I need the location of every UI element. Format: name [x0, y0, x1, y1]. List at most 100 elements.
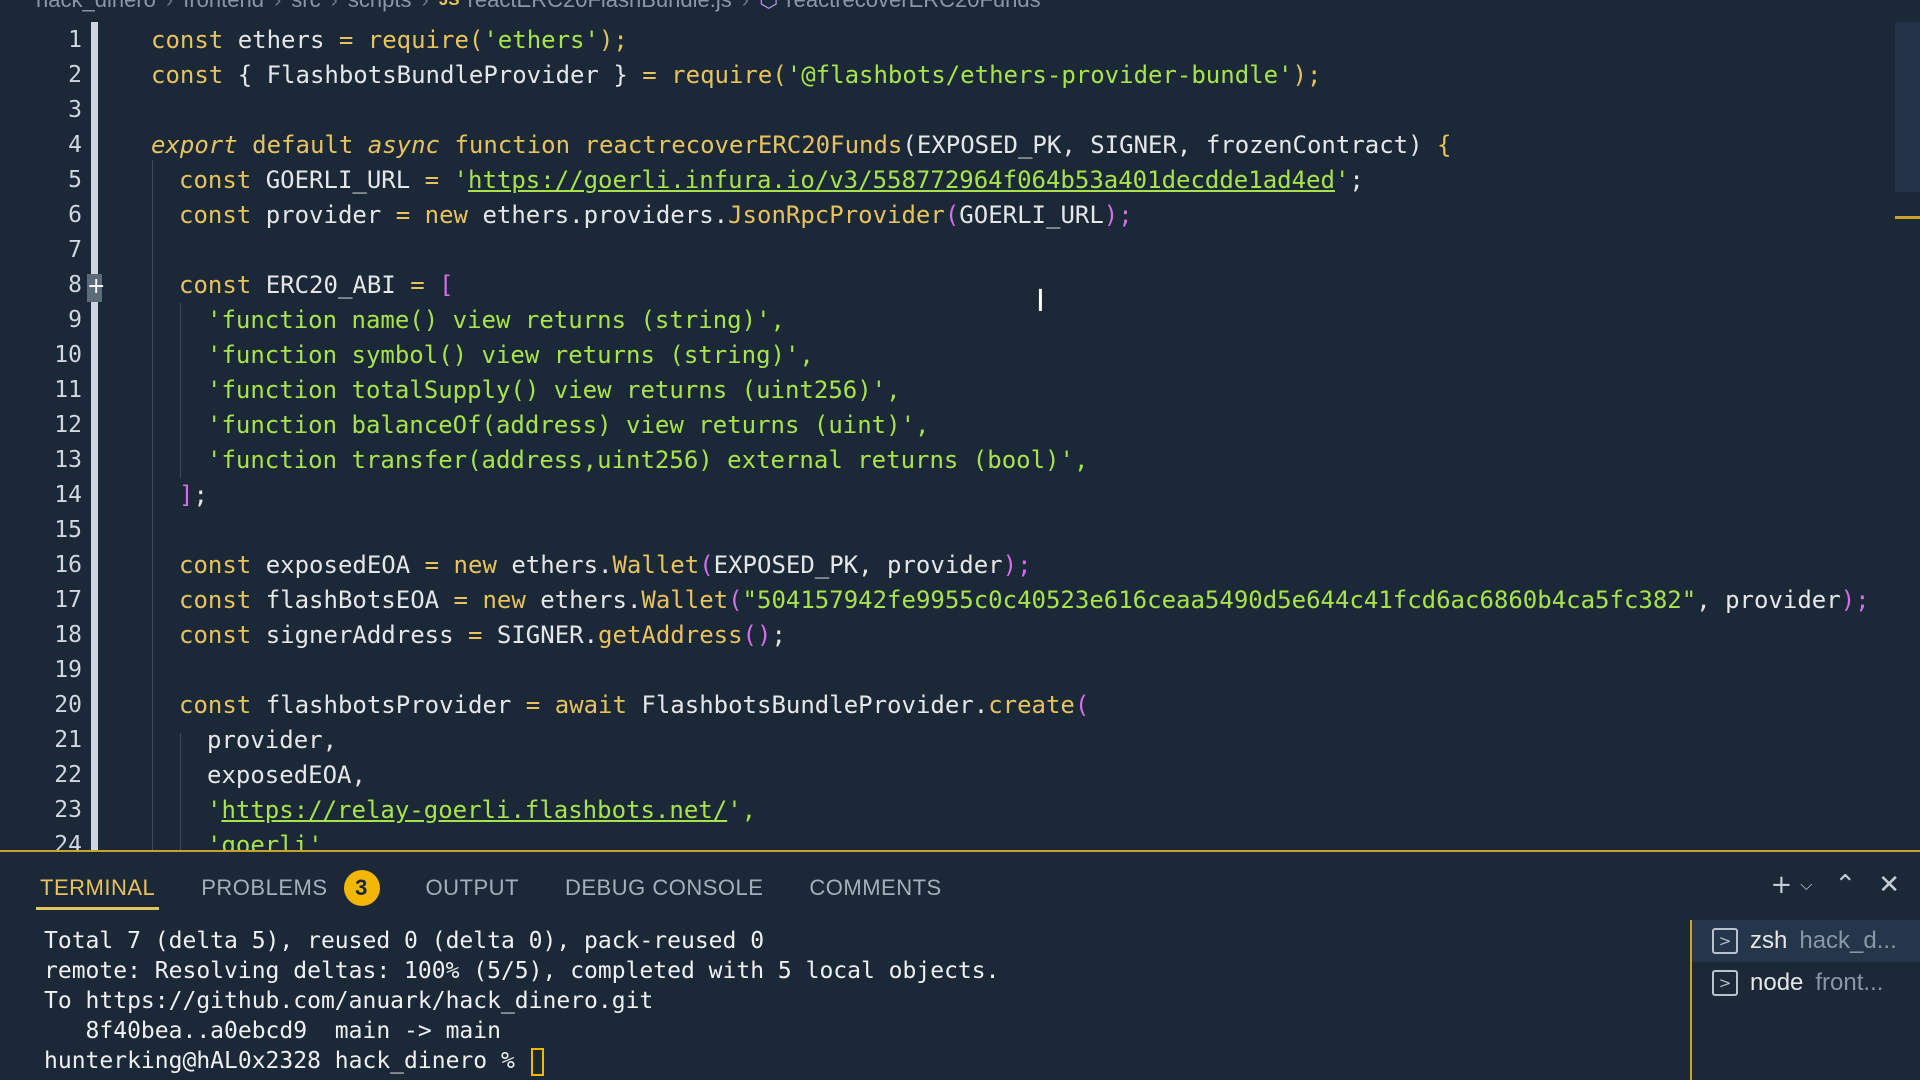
- line-number: 2: [68, 61, 82, 88]
- token: reactrecoverERC20Funds: [570, 130, 903, 159]
- code-line[interactable]: 11 'function totalSupply() view returns …: [0, 372, 1900, 407]
- line-number: 20: [54, 691, 82, 718]
- tab-debug-console[interactable]: DEBUG CONSOLE: [565, 852, 763, 924]
- close-panel-icon[interactable]: ✕: [1878, 870, 1900, 900]
- line-code: const ethers = require('ethers');: [151, 26, 628, 54]
- token: const: [179, 620, 252, 649]
- code-line[interactable]: 9 'function name() view returns (string)…: [0, 302, 1900, 337]
- url-link[interactable]: https://relay-goerli.flashbots.net/: [221, 796, 727, 824]
- token: =: [525, 690, 541, 719]
- code-line[interactable]: 10 'function symbol() view returns (stri…: [0, 337, 1900, 372]
- token: =: [642, 60, 657, 89]
- terminal-description: front...: [1815, 969, 1884, 996]
- line-code: ];: [179, 481, 208, 509]
- token: {: [1422, 130, 1452, 159]
- code-line[interactable]: 1 const ethers = require('ethers');: [0, 22, 1900, 57]
- terminal-output[interactable]: Total 7 (delta 5), reused 0 (delta 0), p…: [44, 926, 999, 1076]
- line-code: 'function balanceOf(address) view return…: [207, 410, 930, 439]
- token: signerAddress: [251, 620, 468, 649]
- terminal-line: Total 7 (delta 5), reused 0 (delta 0), p…: [44, 928, 765, 954]
- breadcrumb-item[interactable]: scripts: [348, 0, 412, 13]
- maximize-panel-icon[interactable]: ⌃: [1834, 870, 1856, 900]
- code-line[interactable]: 6 const provider = new ethers.providers.…: [0, 197, 1900, 232]
- line-code: provider,: [207, 725, 338, 754]
- terminal-cursor: [530, 1047, 544, 1076]
- tab-problems[interactable]: PROBLEMS 3: [201, 852, 380, 924]
- code-line[interactable]: 4 export default async function reactrec…: [0, 127, 1900, 162]
- terminal-list-item[interactable]: > zsh hack_d...: [1692, 920, 1920, 962]
- token: provider: [251, 200, 396, 229]
- token: Wallet: [612, 550, 700, 579]
- token: ERC20_ABI: [251, 270, 411, 299]
- line-code: 'function totalSupply() view returns (ui…: [207, 375, 901, 404]
- breadcrumb-item[interactable]: hack_dinero: [36, 0, 156, 13]
- line-number: 1: [68, 26, 82, 53]
- token: const: [151, 25, 224, 54]
- token: const: [179, 270, 252, 299]
- code-line[interactable]: 13 'function transfer(address,uint256) e…: [0, 442, 1900, 477]
- code-line[interactable]: 16 const exposedEOA = new ethers.Wallet(…: [0, 547, 1900, 582]
- token: ethers.: [525, 585, 642, 614]
- line-number: 22: [54, 761, 82, 788]
- tab-output[interactable]: OUTPUT: [426, 852, 519, 924]
- token: );: [1840, 585, 1870, 614]
- breadcrumb-symbol[interactable]: reactrecoverERC20Funds: [786, 0, 1040, 13]
- token: Wallet: [641, 585, 729, 614]
- token: FlashbotsBundleProvider.: [626, 690, 989, 719]
- line-code: 'https://relay-goerli.flashbots.net/',: [207, 796, 756, 824]
- code-line[interactable]: 22 exposedEOA,: [0, 757, 1900, 792]
- code-line[interactable]: 21 provider,: [0, 722, 1900, 757]
- chevron-down-icon[interactable]: ⌵: [1800, 875, 1812, 895]
- text-cursor-icon: I: [1036, 284, 1045, 319]
- code-line[interactable]: 8 const ERC20_ABI = [: [0, 267, 1900, 302]
- new-terminal-icon[interactable]: +: [1770, 870, 1792, 900]
- tab-label: OUTPUT: [425, 875, 519, 900]
- code-line[interactable]: 14 ];: [0, 477, 1900, 512]
- token: new: [410, 200, 468, 229]
- token: =: [424, 550, 440, 579]
- function-symbol-icon: ⬡: [759, 0, 778, 13]
- terminal-line: To https://github.com/anuark/hack_dinero…: [44, 988, 654, 1014]
- code-line[interactable]: 2 const { FlashbotsBundleProvider } = re…: [0, 57, 1900, 92]
- line-number: 14: [54, 481, 82, 508]
- token: GOERLI_URL: [959, 200, 1104, 229]
- code-line[interactable]: 5 const GOERLI_URL = 'https://goerli.inf…: [0, 162, 1900, 197]
- code-editor[interactable]: hack_dinero › frontend › src › scripts › JS r…: [0, 0, 1920, 850]
- tab-comments[interactable]: COMMENTS: [809, 852, 941, 924]
- breadcrumb-item[interactable]: src: [291, 0, 320, 13]
- token: function: [440, 130, 571, 159]
- terminal-list-item[interactable]: > node front...: [1692, 962, 1920, 1004]
- breadcrumb-item[interactable]: frontend: [183, 0, 264, 13]
- token: ;: [193, 480, 208, 509]
- token: (: [772, 60, 787, 89]
- tab-label: COMMENTS: [809, 875, 942, 900]
- token: ethers.providers.: [468, 200, 729, 229]
- code-line[interactable]: 12 'function balanceOf(address) view ret…: [0, 407, 1900, 442]
- line-number: 9: [68, 306, 82, 333]
- code-line[interactable]: 19: [0, 652, 1900, 687]
- code-line[interactable]: 17 const flashBotsEOA = new ethers.Walle…: [0, 582, 1900, 617]
- token: export: [151, 130, 238, 159]
- code-line[interactable]: 7: [0, 232, 1900, 267]
- line-code: const provider = new ethers.providers.Js…: [179, 201, 1133, 229]
- code-line[interactable]: 3: [0, 92, 1900, 127]
- tab-terminal[interactable]: TERMINAL: [35, 852, 160, 924]
- terminal-list: > zsh hack_d... > node front...: [1690, 920, 1920, 1080]
- code-line[interactable]: 20 const flashbotsProvider = await Flash…: [0, 687, 1900, 722]
- token: '@flashbots/ethers-provider-bundle': [786, 60, 1293, 89]
- code-line[interactable]: 18 const signerAddress = SIGNER.getAddre…: [0, 617, 1900, 652]
- code-line[interactable]: 23 'https://relay-goerli.flashbots.net/'…: [0, 792, 1900, 827]
- token: );: [1292, 60, 1322, 89]
- token: new: [439, 550, 497, 579]
- tab-label: PROBLEMS: [201, 875, 328, 900]
- line-number: 19: [54, 656, 82, 683]
- token: await: [540, 690, 627, 719]
- line-code: 'function name() view returns (string)',: [207, 305, 785, 334]
- breadcrumb-file[interactable]: reactERC20FlashBundle.js: [468, 0, 732, 13]
- code-line[interactable]: 15: [0, 512, 1900, 547]
- url-link[interactable]: https://goerli.infura.io/v3/558772964f06…: [468, 166, 1335, 194]
- code-line[interactable]: 24 'goerli': [0, 827, 1900, 851]
- token: const: [179, 165, 252, 194]
- problems-count-badge: 3: [343, 870, 380, 906]
- token: , provider: [1696, 585, 1841, 614]
